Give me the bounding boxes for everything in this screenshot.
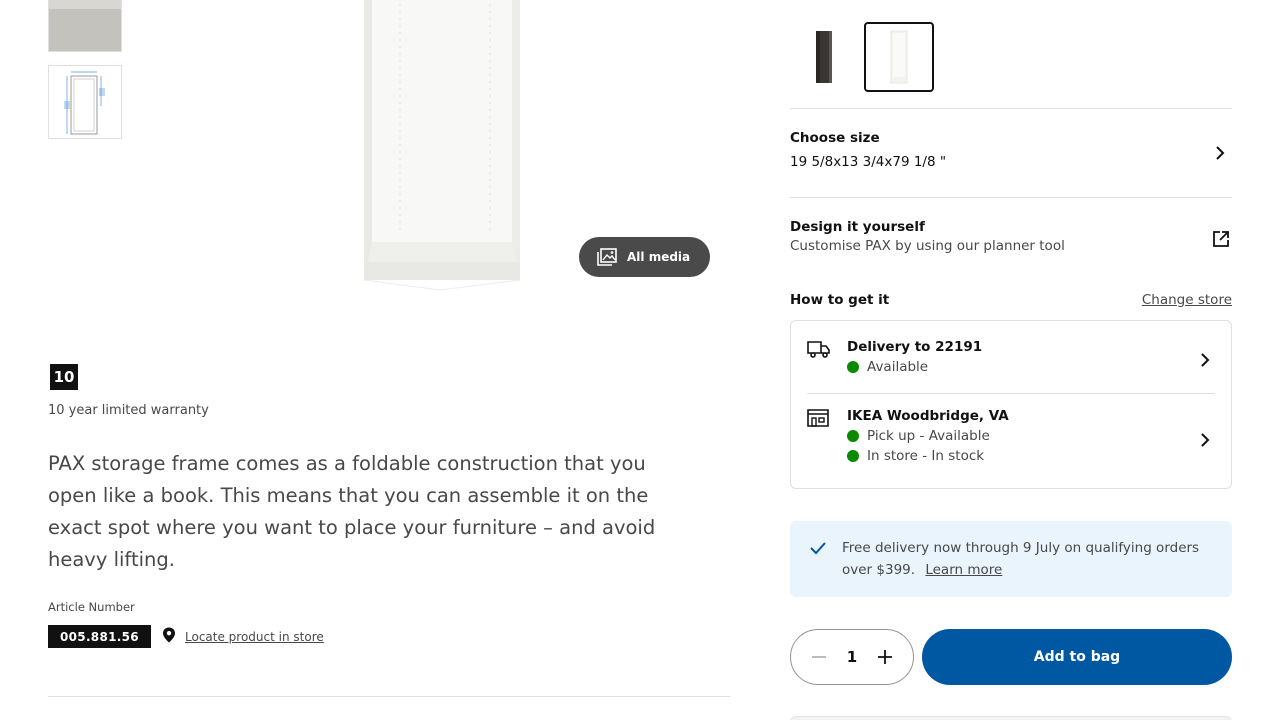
change-store-link[interactable]: Change store bbox=[1142, 292, 1232, 308]
plus-icon bbox=[878, 650, 892, 664]
warranty-text: 10 year limited warranty bbox=[48, 403, 209, 418]
delivery-title: Delivery to 22191 bbox=[847, 339, 983, 355]
status-dot bbox=[847, 430, 859, 442]
availability-divider bbox=[807, 393, 1215, 394]
pax-frame-image bbox=[363, 0, 521, 291]
design-title: Design it yourself bbox=[790, 219, 925, 235]
next-section-card bbox=[790, 716, 1232, 720]
dimensions-drawing-image bbox=[64, 71, 105, 135]
dimensions-drawing-thumbnail[interactable] bbox=[48, 65, 122, 139]
status-dot bbox=[847, 361, 859, 373]
pickup-status: Pick up - Available bbox=[867, 428, 990, 444]
choose-size-row[interactable]: Choose size 19 5/8x13 3/4x79 1/8 " bbox=[790, 130, 1232, 178]
store-title: IKEA Woodbridge, VA bbox=[847, 408, 1009, 424]
free-delivery-banner: Free delivery now through 9 July on qual… bbox=[790, 521, 1232, 597]
promo-text: Free delivery now through 9 July on qual… bbox=[842, 540, 1200, 578]
status-dot bbox=[847, 450, 859, 462]
color-swatch-dark-grey[interactable] bbox=[790, 22, 860, 92]
delivery-status: Available bbox=[867, 359, 929, 375]
external-link-icon bbox=[1212, 230, 1230, 252]
availability-box: Delivery to 22191 Available IKEA Woodbri… bbox=[790, 320, 1232, 489]
section-divider bbox=[790, 197, 1232, 198]
locate-product-link[interactable]: Locate product in store bbox=[185, 630, 324, 644]
chevron-right-icon bbox=[1214, 145, 1226, 165]
design-it-yourself-row[interactable]: Design it yourself Customise PAX by usin… bbox=[790, 219, 1232, 263]
choose-size-title: Choose size bbox=[790, 130, 880, 146]
product-main-image[interactable] bbox=[340, 0, 560, 300]
chevron-right-icon bbox=[1199, 432, 1211, 452]
quantity-stepper bbox=[790, 629, 914, 685]
minus-icon bbox=[812, 656, 826, 658]
all-media-button[interactable]: All media bbox=[579, 237, 710, 277]
article-number-label: Article Number bbox=[48, 600, 135, 614]
dark-grey-frame-image bbox=[816, 31, 832, 83]
delivery-truck-icon bbox=[807, 339, 831, 363]
product-photo-thumbnail-image bbox=[49, 0, 121, 51]
product-description: PAX storage frame comes as a foldable co… bbox=[48, 452, 656, 571]
product-photo-thumbnail[interactable] bbox=[48, 0, 122, 52]
add-to-bag-button[interactable]: Add to bag bbox=[922, 629, 1232, 685]
quantity-input[interactable] bbox=[837, 648, 867, 666]
section-divider bbox=[790, 108, 1232, 109]
instore-status: In store - In stock bbox=[867, 448, 985, 464]
gallery-icon bbox=[597, 248, 617, 266]
size-value: 19 5/8x13 3/4x79 1/8 " bbox=[790, 154, 947, 170]
design-subtitle: Customise PAX by using our planner tool bbox=[790, 238, 1065, 254]
decrease-quantity-button[interactable] bbox=[807, 645, 831, 669]
chevron-right-icon bbox=[1199, 352, 1211, 372]
white-frame-image bbox=[890, 30, 908, 84]
how-to-get-it-title: How to get it bbox=[790, 292, 890, 308]
section-divider bbox=[48, 696, 730, 697]
warranty-badge: 10 bbox=[50, 364, 78, 390]
check-icon bbox=[809, 540, 827, 560]
all-media-label: All media bbox=[627, 250, 691, 264]
increase-quantity-button[interactable] bbox=[873, 645, 897, 669]
store-row[interactable]: IKEA Woodbridge, VA Pick up - Available … bbox=[807, 408, 1215, 478]
delivery-row[interactable]: Delivery to 22191 Available bbox=[807, 339, 1215, 393]
learn-more-link[interactable]: Learn more bbox=[925, 562, 1002, 578]
article-number: 005.881.56 bbox=[48, 625, 151, 648]
location-pin-icon bbox=[162, 627, 176, 646]
locate-in-store[interactable]: Locate product in store bbox=[162, 627, 324, 646]
store-icon bbox=[807, 408, 829, 432]
color-swatch-white[interactable] bbox=[864, 22, 934, 92]
